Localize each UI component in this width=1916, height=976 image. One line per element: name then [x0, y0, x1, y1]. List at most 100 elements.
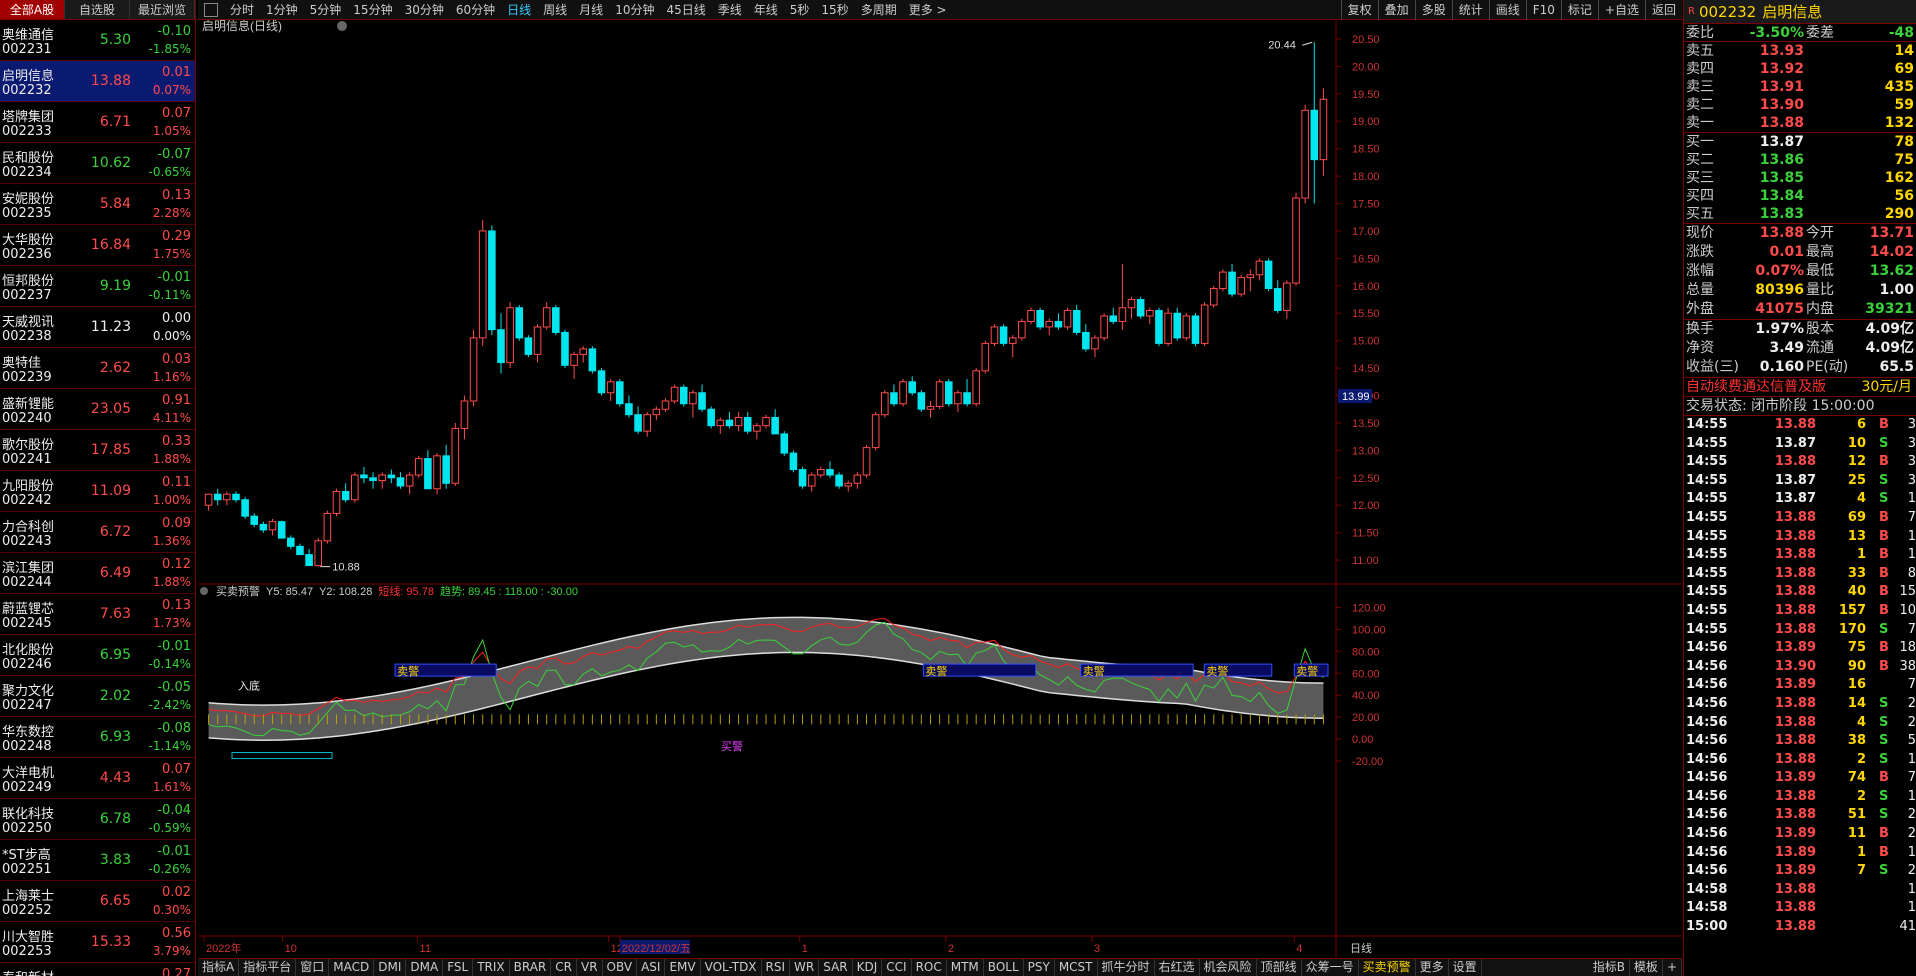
- stock-row[interactable]: 天威视讯 002238 11.23 0.00 0.00%: [0, 307, 195, 348]
- period-tab[interactable]: 周线: [537, 0, 573, 20]
- indicator-tab[interactable]: CR: [551, 959, 577, 976]
- indicator-tab[interactable]: 机会风险: [1200, 959, 1257, 976]
- stock-row[interactable]: 大华股份 002236 16.84 0.29 1.75%: [0, 225, 195, 266]
- period-tab[interactable]: 30分钟: [399, 0, 450, 20]
- panel-toggle-icon[interactable]: [204, 2, 218, 17]
- indicator-tab[interactable]: 设置: [1449, 959, 1482, 976]
- indicator-tab[interactable]: SAR: [819, 959, 853, 976]
- period-tab[interactable]: 月线: [573, 0, 609, 20]
- template-button[interactable]: +: [1663, 959, 1682, 976]
- stock-row[interactable]: 歌尔股份 002241 17.85 0.33 1.88%: [0, 430, 195, 471]
- kline-chart-area[interactable]: 启明信息(日线)20.5020.0019.5019.0018.5018.0017…: [198, 20, 1682, 958]
- indicator-tab[interactable]: DMI: [374, 959, 407, 976]
- indicator-tab[interactable]: 顶部线: [1257, 959, 1302, 976]
- toolbar-button[interactable]: 标记: [1560, 0, 1598, 20]
- tab-watchlist[interactable]: 自选股: [65, 0, 130, 19]
- bid-row[interactable]: 买三 13.85 162: [1684, 169, 1916, 187]
- ask-row[interactable]: 卖五 13.93 14: [1684, 42, 1916, 60]
- indicator-tab[interactable]: ASI: [637, 959, 666, 976]
- toolbar-button[interactable]: 画线: [1488, 0, 1526, 20]
- stock-row[interactable]: 泰和新材 0.27: [0, 963, 195, 976]
- indicator-tab[interactable]: PSY: [1024, 959, 1055, 976]
- period-tab[interactable]: 日线: [501, 0, 537, 20]
- indicator-tab[interactable]: RSI: [762, 959, 791, 976]
- stock-row[interactable]: 安妮股份 002235 5.84 0.13 2.28%: [0, 184, 195, 225]
- indicator-tab[interactable]: MTM: [947, 959, 984, 976]
- indicator-tab[interactable]: 窗口: [296, 959, 330, 976]
- period-tab[interactable]: 1分钟: [260, 0, 304, 20]
- indicator-tab[interactable]: MACD: [329, 959, 375, 976]
- ask-row[interactable]: 卖四 13.92 69: [1684, 60, 1916, 78]
- period-tab[interactable]: 季线: [712, 0, 748, 20]
- indicator-tab[interactable]: FSL: [443, 959, 474, 976]
- indicator-tab[interactable]: 众筹一号: [1302, 959, 1359, 976]
- bid-row[interactable]: 买一 13.87 78: [1684, 133, 1916, 151]
- period-tab[interactable]: 10分钟: [609, 0, 660, 20]
- stock-row[interactable]: 北化股份 002246 6.95 -0.01 -0.14%: [0, 635, 195, 676]
- stock-row[interactable]: 力合科创 002243 6.72 0.09 1.36%: [0, 512, 195, 553]
- indicator-tab[interactable]: 指标平台: [239, 959, 297, 976]
- indicator-tab[interactable]: 更多: [1416, 959, 1449, 976]
- indicator-tab[interactable]: BRAR: [510, 959, 552, 976]
- period-tab[interactable]: 45日线: [660, 0, 711, 20]
- stock-row[interactable]: 奥特佳 002239 2.62 0.03 1.16%: [0, 348, 195, 389]
- stock-row[interactable]: 聚力文化 002247 2.02 -0.05 -2.42%: [0, 676, 195, 717]
- period-tab[interactable]: 年线: [748, 0, 784, 20]
- stock-row[interactable]: 恒邦股份 002237 9.19 -0.01 -0.11%: [0, 266, 195, 307]
- toolbar-button[interactable]: 统计: [1451, 0, 1489, 20]
- indicator-tab[interactable]: 抓牛分时: [1098, 959, 1155, 976]
- indicator-tab[interactable]: OBV: [603, 959, 638, 976]
- stock-row[interactable]: 奥维通信 002231 5.30 -0.10 -1.85%: [0, 20, 195, 61]
- stock-row[interactable]: 盛新锂能 002240 23.05 0.91 4.11%: [0, 389, 195, 430]
- stock-row[interactable]: 蔚蓝锂芯 002245 7.63 0.13 1.73%: [0, 594, 195, 635]
- bid-row[interactable]: 买五 13.83 290: [1684, 205, 1916, 223]
- chart-title-dropdown-icon[interactable]: [337, 21, 347, 31]
- stock-row[interactable]: 联化科技 002250 6.78 -0.04 -0.59%: [0, 799, 195, 840]
- toolbar-button[interactable]: 返回: [1644, 0, 1682, 20]
- indicator-tab[interactable]: TRIX: [473, 959, 510, 976]
- period-tab[interactable]: 多周期: [855, 0, 903, 20]
- stock-row[interactable]: 大洋电机 002249 4.43 0.07 1.61%: [0, 758, 195, 799]
- indicator-tab[interactable]: 右红选: [1155, 959, 1200, 976]
- indicator-settings-icon[interactable]: [200, 587, 208, 595]
- toolbar-button[interactable]: F10: [1525, 0, 1561, 20]
- period-tab[interactable]: 60分钟: [450, 0, 501, 20]
- indicator-tab[interactable]: WR: [790, 959, 820, 976]
- stock-row[interactable]: 上海莱士 002252 6.65 0.02 0.30%: [0, 881, 195, 922]
- indicator-tab[interactable]: ROC: [912, 959, 947, 976]
- indicator-tab[interactable]: 指标A: [198, 959, 240, 976]
- stock-row[interactable]: 民和股份 002234 10.62 -0.07 -0.65%: [0, 143, 195, 184]
- stock-row[interactable]: 滨江集团 002244 6.49 0.12 1.88%: [0, 553, 195, 594]
- toolbar-button[interactable]: +自选: [1597, 0, 1645, 20]
- ad-row[interactable]: 自动续费通达信普及版 30元/月: [1684, 378, 1916, 397]
- stock-row[interactable]: 川大智胜 002253 15.33 0.56 3.79%: [0, 922, 195, 963]
- indicator-tab[interactable]: VR: [577, 959, 603, 976]
- toolbar-button[interactable]: 复权: [1340, 0, 1378, 20]
- stock-row[interactable]: 塔牌集团 002233 6.71 0.07 1.05%: [0, 102, 195, 143]
- indicator-tab[interactable]: CCI: [882, 959, 912, 976]
- stock-row[interactable]: 启明信息 002232 13.88 0.01 0.07%: [0, 61, 195, 102]
- ask-row[interactable]: 卖三 13.91 435: [1684, 78, 1916, 96]
- indicator-tab[interactable]: BOLL: [984, 959, 1024, 976]
- period-tab[interactable]: 5分钟: [304, 0, 348, 20]
- template-button[interactable]: 模板: [1630, 959, 1663, 976]
- stock-row[interactable]: 华东数控 002248 6.93 -0.08 -1.14%: [0, 717, 195, 758]
- ask-row[interactable]: 卖一 13.88 132: [1684, 114, 1916, 132]
- toolbar-button[interactable]: 叠加: [1377, 0, 1415, 20]
- indicator-tab[interactable]: DMA: [406, 959, 444, 976]
- bid-row[interactable]: 买四 13.84 56: [1684, 187, 1916, 205]
- ask-row[interactable]: 卖二 13.90 59: [1684, 96, 1916, 114]
- indicator-tab[interactable]: KDJ: [853, 959, 883, 976]
- period-tab[interactable]: 分时: [224, 0, 260, 20]
- indicator-tab[interactable]: EMV: [665, 959, 701, 976]
- tab-all-a[interactable]: 全部A股: [0, 0, 65, 19]
- period-tab[interactable]: 15分钟: [347, 0, 398, 20]
- indicator-tab[interactable]: 买卖预警: [1359, 959, 1416, 976]
- indicator-tab[interactable]: MCST: [1055, 959, 1098, 976]
- stock-row[interactable]: *ST步高 002251 3.83 -0.01 -0.26%: [0, 840, 195, 881]
- bid-row[interactable]: 买二 13.86 75: [1684, 151, 1916, 169]
- template-button[interactable]: 指标B: [1589, 959, 1630, 976]
- toolbar-button[interactable]: 多股: [1414, 0, 1452, 20]
- indicator-tab[interactable]: VOL-TDX: [701, 959, 762, 976]
- stock-row[interactable]: 九阳股份 002242 11.09 0.11 1.00%: [0, 471, 195, 512]
